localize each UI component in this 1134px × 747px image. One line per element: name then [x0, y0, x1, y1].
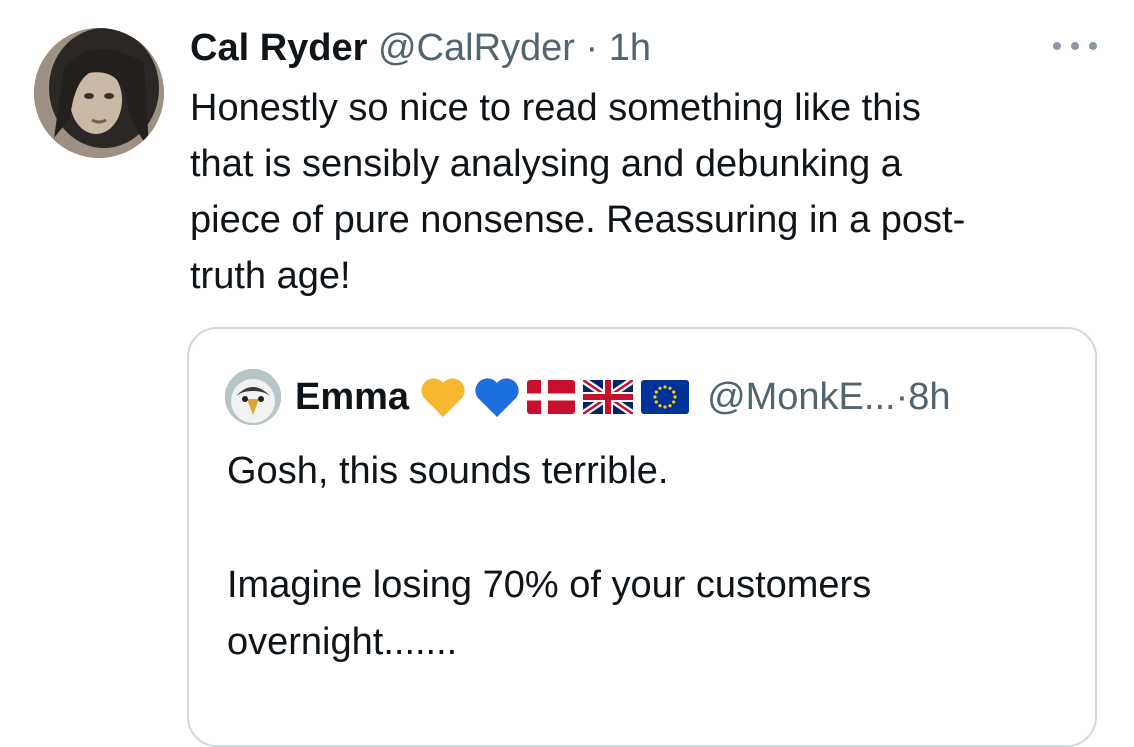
avatar[interactable]: [34, 28, 164, 158]
quoted-tweet-text: Gosh, this sounds terrible. Imagine losi…: [227, 450, 872, 663]
eu-flag-icon: [641, 380, 690, 414]
quoted-separator: ·: [895, 376, 909, 418]
blue-heart-icon: [475, 378, 519, 417]
quoted-handle[interactable]: @MonkE...: [707, 373, 896, 421]
separator: ·: [574, 27, 609, 69]
handle[interactable]: @CalRyder: [378, 27, 575, 69]
tweet-header: Cal Ryder @CalRyder · 1h: [190, 24, 651, 72]
quoted-tweet[interactable]: Emma @MonkE... · 8h Gosh, this sounds te…: [187, 327, 1097, 747]
more-horizontal-icon[interactable]: [1053, 34, 1097, 58]
quoted-avatar[interactable]: [225, 369, 281, 425]
yellow-heart-icon: [421, 378, 465, 417]
uk-flag-icon: [583, 380, 634, 414]
quoted-timestamp[interactable]: 8h: [908, 373, 950, 421]
quoted-avatar-photo: [225, 369, 281, 425]
display-name[interactable]: Cal Ryder: [190, 27, 367, 69]
timestamp[interactable]: 1h: [609, 27, 651, 69]
quoted-header: Emma @MonkE... · 8h: [295, 373, 951, 421]
tweet-text: Honestly so nice to read something like …: [190, 87, 966, 297]
denmark-flag-icon: [527, 380, 576, 414]
quoted-display-name[interactable]: Emma: [295, 373, 409, 421]
avatar-photo: [34, 28, 164, 158]
